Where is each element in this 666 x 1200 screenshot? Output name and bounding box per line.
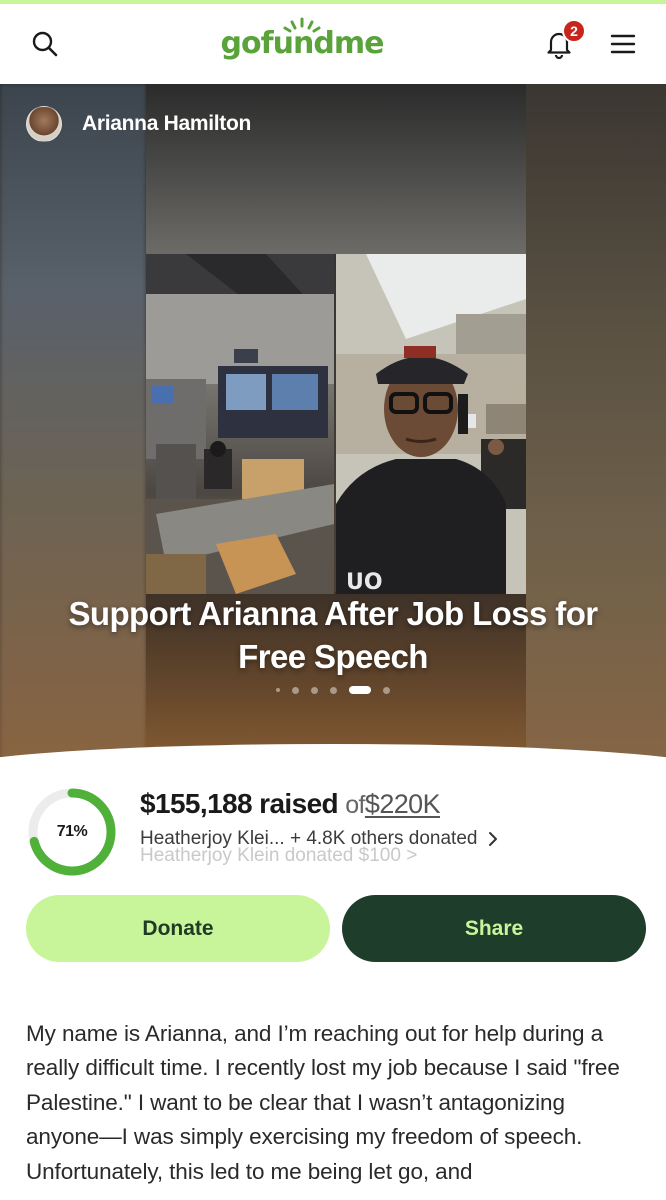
donors-summary-text: Heatherjoy Klei... + 4.8K others donated — [140, 828, 478, 849]
goal-amount[interactable]: $220K — [365, 789, 441, 819]
campaign-hero[interactable]: UO Arianna Hamilton Support Arianna Afte… — [0, 84, 666, 774]
carousel-dot[interactable] — [311, 686, 318, 694]
owner-name: Arianna Hamilton — [82, 112, 252, 135]
amount-raised: $155,188 raised of$220K — [140, 788, 441, 820]
carousel-dot[interactable] — [276, 688, 280, 692]
campaign-story: My name is Arianna, and I’m reaching out… — [26, 1021, 620, 1184]
share-button[interactable]: Share — [342, 895, 646, 962]
donors-summary-link[interactable]: Heatherjoy Klei... + 4.8K others donated — [140, 828, 499, 850]
carousel-dot[interactable] — [330, 686, 337, 694]
campaign-photo-kitchen — [146, 254, 334, 594]
header-actions: 2 — [542, 19, 640, 61]
progress-percent: 71% — [56, 823, 88, 840]
search-icon — [32, 31, 58, 57]
chevron-right-icon — [489, 832, 498, 846]
raised-of-label: of — [345, 791, 365, 819]
carousel-dot[interactable] — [292, 686, 299, 694]
menu-button[interactable] — [606, 27, 640, 61]
notifications-button[interactable]: 2 — [542, 19, 586, 61]
campaign-title: Support Arianna After Job Loss for Free … — [68, 595, 598, 675]
carousel-dots — [0, 686, 666, 694]
progress-ring: 71% — [26, 786, 118, 878]
raised-amount: $155,188 raised — [140, 788, 339, 819]
carousel-dot[interactable] — [383, 686, 390, 694]
gofundme-logo[interactable]: gofundme — [221, 17, 384, 69]
header: gofundme 2 — [0, 4, 666, 84]
donate-button[interactable]: Donate — [26, 895, 330, 962]
svg-text:UO: UO — [346, 570, 383, 594]
kitchen-illustration — [146, 254, 334, 594]
search-button[interactable] — [28, 27, 62, 61]
selfie-illustration: UO — [336, 254, 526, 594]
carousel-dot-active[interactable] — [349, 686, 371, 694]
campaign-photo-selfie: UO — [336, 254, 526, 594]
page: gofundme 2 UO Arianna Hamilton Support A… — [0, 0, 666, 1200]
notification-count-badge: 2 — [562, 19, 586, 43]
menu-icon — [610, 34, 636, 54]
owner-avatar — [26, 106, 62, 142]
logo-sun-icon — [283, 17, 321, 33]
campaign-owner[interactable]: Arianna Hamilton — [26, 106, 251, 142]
